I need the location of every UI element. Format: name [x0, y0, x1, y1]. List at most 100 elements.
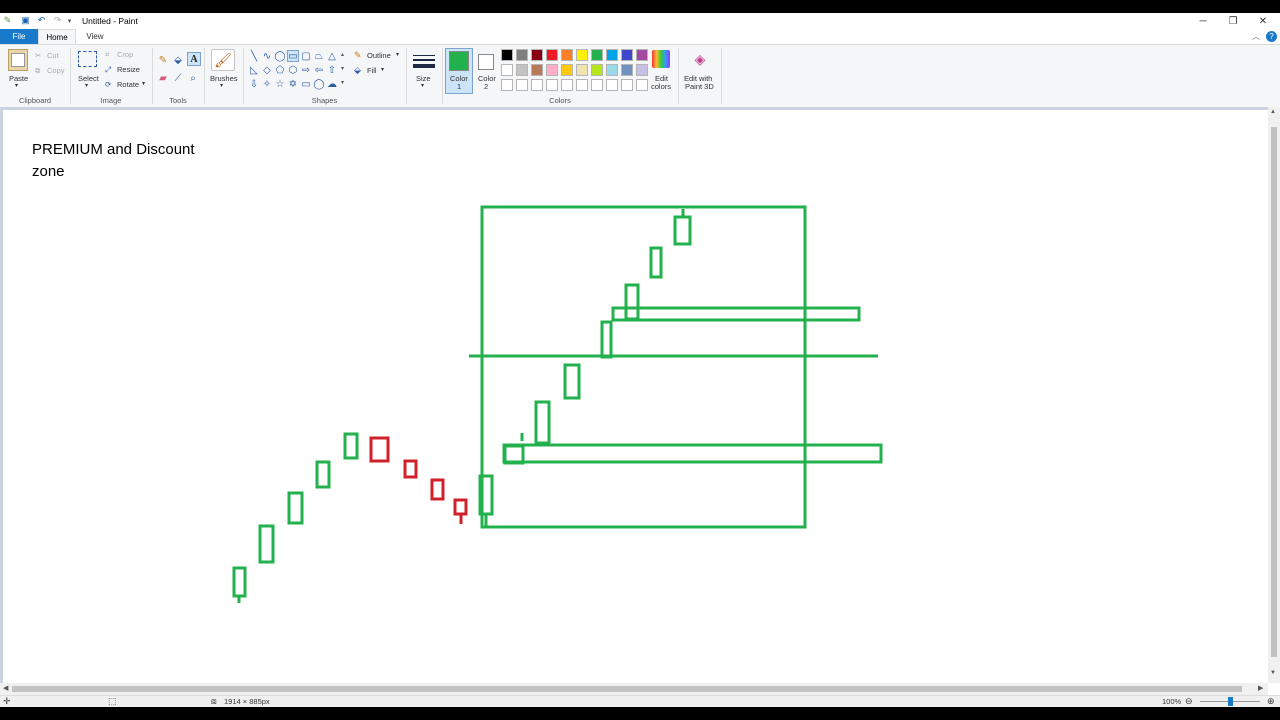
fill-dropdown-icon[interactable]: ▾ — [381, 66, 384, 73]
outline-dropdown-icon[interactable]: ▾ — [396, 51, 399, 58]
restore-button[interactable]: ❐ — [1218, 13, 1248, 29]
fill-button[interactable]: Fill — [367, 66, 377, 75]
custom-color-slot[interactable] — [516, 79, 528, 91]
cut-button[interactable]: Cut — [47, 51, 59, 60]
brushes-dropdown-icon[interactable]: ▾ — [220, 82, 223, 89]
palette-color-swatch[interactable] — [636, 49, 648, 61]
minimize-button[interactable]: ─ — [1188, 13, 1218, 29]
color2-swatch[interactable] — [478, 54, 494, 70]
palette-color-swatch[interactable] — [516, 49, 528, 61]
horizontal-scrollbar[interactable]: ◀ ▶ — [0, 683, 1268, 695]
custom-color-slot[interactable] — [591, 79, 603, 91]
rotate-button[interactable]: Rotate — [117, 80, 139, 89]
edit-colors-button-line2[interactable]: colors — [651, 82, 671, 91]
palette-color-swatch[interactable] — [606, 49, 618, 61]
crop-button[interactable]: Crop — [117, 50, 133, 59]
brushes-icon[interactable]: 🖌 — [211, 49, 235, 71]
diamond-shape-icon[interactable]: ◇ — [261, 64, 273, 76]
size-dropdown-icon[interactable]: ▾ — [421, 82, 424, 89]
tab-file[interactable]: File — [0, 29, 38, 44]
shapes-scroll-up-icon[interactable]: ▴ — [341, 51, 344, 58]
oval-shape-icon[interactable]: ◯ — [274, 50, 286, 62]
horizontal-scroll-thumb[interactable] — [12, 686, 1242, 692]
resize-button[interactable]: Resize — [117, 65, 140, 74]
palette-color-swatch[interactable] — [561, 49, 573, 61]
collapse-ribbon-icon[interactable]: ︿ — [1252, 31, 1260, 42]
brushes-button[interactable]: Brushes — [210, 74, 238, 83]
six-point-star-icon[interactable]: ✡ — [287, 78, 299, 90]
triangle-shape-icon[interactable]: △ — [326, 50, 338, 62]
zoom-out-icon[interactable]: ⊖ — [1185, 696, 1193, 707]
pencil-icon[interactable]: ✎ — [157, 54, 169, 66]
select-dropdown-icon[interactable]: ▾ — [85, 82, 88, 89]
custom-color-slot[interactable] — [546, 79, 558, 91]
five-point-star-icon[interactable]: ☆ — [274, 78, 286, 90]
palette-color-swatch[interactable] — [531, 49, 543, 61]
callout-cloud-icon[interactable]: ☁ — [326, 78, 338, 90]
hexagon-shape-icon[interactable]: ⬡ — [287, 64, 299, 76]
scroll-down-icon[interactable]: ▼ — [1270, 670, 1276, 676]
palette-color-swatch[interactable] — [501, 49, 513, 61]
select-button[interactable]: Select — [78, 74, 99, 83]
outline-button[interactable]: Outline — [367, 51, 391, 60]
close-button[interactable]: ✕ — [1248, 13, 1278, 29]
vertical-scroll-thumb[interactable] — [1271, 127, 1277, 657]
customize-quick-access-icon[interactable]: ▾ — [64, 15, 75, 26]
size-icon[interactable] — [412, 51, 436, 71]
vertical-scrollbar[interactable]: ▲ ▼ — [1268, 107, 1280, 683]
paint3d-icon[interactable]: ◈ — [692, 50, 708, 68]
magnifier-icon[interactable]: ⌕ — [187, 72, 199, 84]
text-tool-icon[interactable]: A — [187, 52, 201, 66]
up-arrow-shape-icon[interactable]: ⇧ — [326, 64, 338, 76]
zoom-slider-thumb[interactable] — [1228, 697, 1233, 706]
left-arrow-shape-icon[interactable]: ⇦ — [313, 64, 325, 76]
palette-color-swatch[interactable] — [621, 64, 633, 76]
edit-colors-icon[interactable] — [652, 50, 670, 68]
scroll-left-icon[interactable]: ◀ — [3, 684, 8, 692]
palette-color-swatch[interactable] — [576, 49, 588, 61]
four-point-star-icon[interactable]: ✧ — [261, 78, 273, 90]
paste-icon[interactable] — [8, 49, 28, 71]
color-picker-icon[interactable]: ⟋ — [172, 72, 184, 84]
scroll-up-icon[interactable]: ▲ — [1270, 109, 1276, 115]
zoom-in-icon[interactable]: ⊕ — [1267, 696, 1275, 707]
custom-color-slot[interactable] — [501, 79, 513, 91]
palette-color-swatch[interactable] — [606, 64, 618, 76]
right-arrow-shape-icon[interactable]: ⇨ — [300, 64, 312, 76]
palette-color-swatch[interactable] — [591, 64, 603, 76]
eraser-icon[interactable]: ▰ — [157, 72, 169, 84]
paste-dropdown-icon[interactable]: ▾ — [15, 82, 18, 89]
callout-rounded-icon[interactable]: ▭ — [300, 78, 312, 90]
rotate-dropdown-icon[interactable]: ▾ — [142, 80, 145, 87]
drawing-canvas[interactable]: PREMIUM and Discount zone — [3, 110, 1268, 683]
custom-color-slot[interactable] — [636, 79, 648, 91]
custom-color-slot[interactable] — [531, 79, 543, 91]
palette-color-swatch[interactable] — [531, 64, 543, 76]
shapes-scroll-down-icon[interactable]: ▾ — [341, 65, 344, 72]
help-icon[interactable]: ? — [1266, 31, 1277, 42]
curve-shape-icon[interactable]: ∿ — [261, 50, 273, 62]
color1-swatch[interactable] — [449, 51, 469, 71]
palette-color-swatch[interactable] — [591, 49, 603, 61]
line-shape-icon[interactable]: ╲ — [248, 50, 260, 62]
tab-home[interactable]: Home — [38, 29, 76, 44]
right-triangle-shape-icon[interactable]: ◺ — [248, 64, 260, 76]
shapes-more-icon[interactable]: ▾ — [341, 79, 344, 86]
save-icon[interactable]: ▣ — [20, 15, 31, 26]
palette-color-swatch[interactable] — [546, 49, 558, 61]
paste-button[interactable]: Paste — [9, 74, 28, 83]
rounded-rectangle-shape-icon[interactable]: ▢ — [300, 50, 312, 62]
down-arrow-shape-icon[interactable]: ⇩ — [248, 78, 260, 90]
palette-color-swatch[interactable] — [516, 64, 528, 76]
custom-color-slot[interactable] — [606, 79, 618, 91]
palette-color-swatch[interactable] — [561, 64, 573, 76]
copy-button[interactable]: Copy — [47, 66, 65, 75]
palette-color-swatch[interactable] — [546, 64, 558, 76]
select-icon[interactable] — [78, 51, 97, 67]
redo-icon[interactable]: ↷ — [52, 15, 63, 26]
palette-color-swatch[interactable] — [621, 49, 633, 61]
custom-color-slot[interactable] — [621, 79, 633, 91]
fill-bucket-icon[interactable]: ⬙ — [172, 54, 184, 66]
callout-oval-icon[interactable]: ◯ — [313, 78, 325, 90]
undo-icon[interactable]: ↶ — [36, 15, 47, 26]
